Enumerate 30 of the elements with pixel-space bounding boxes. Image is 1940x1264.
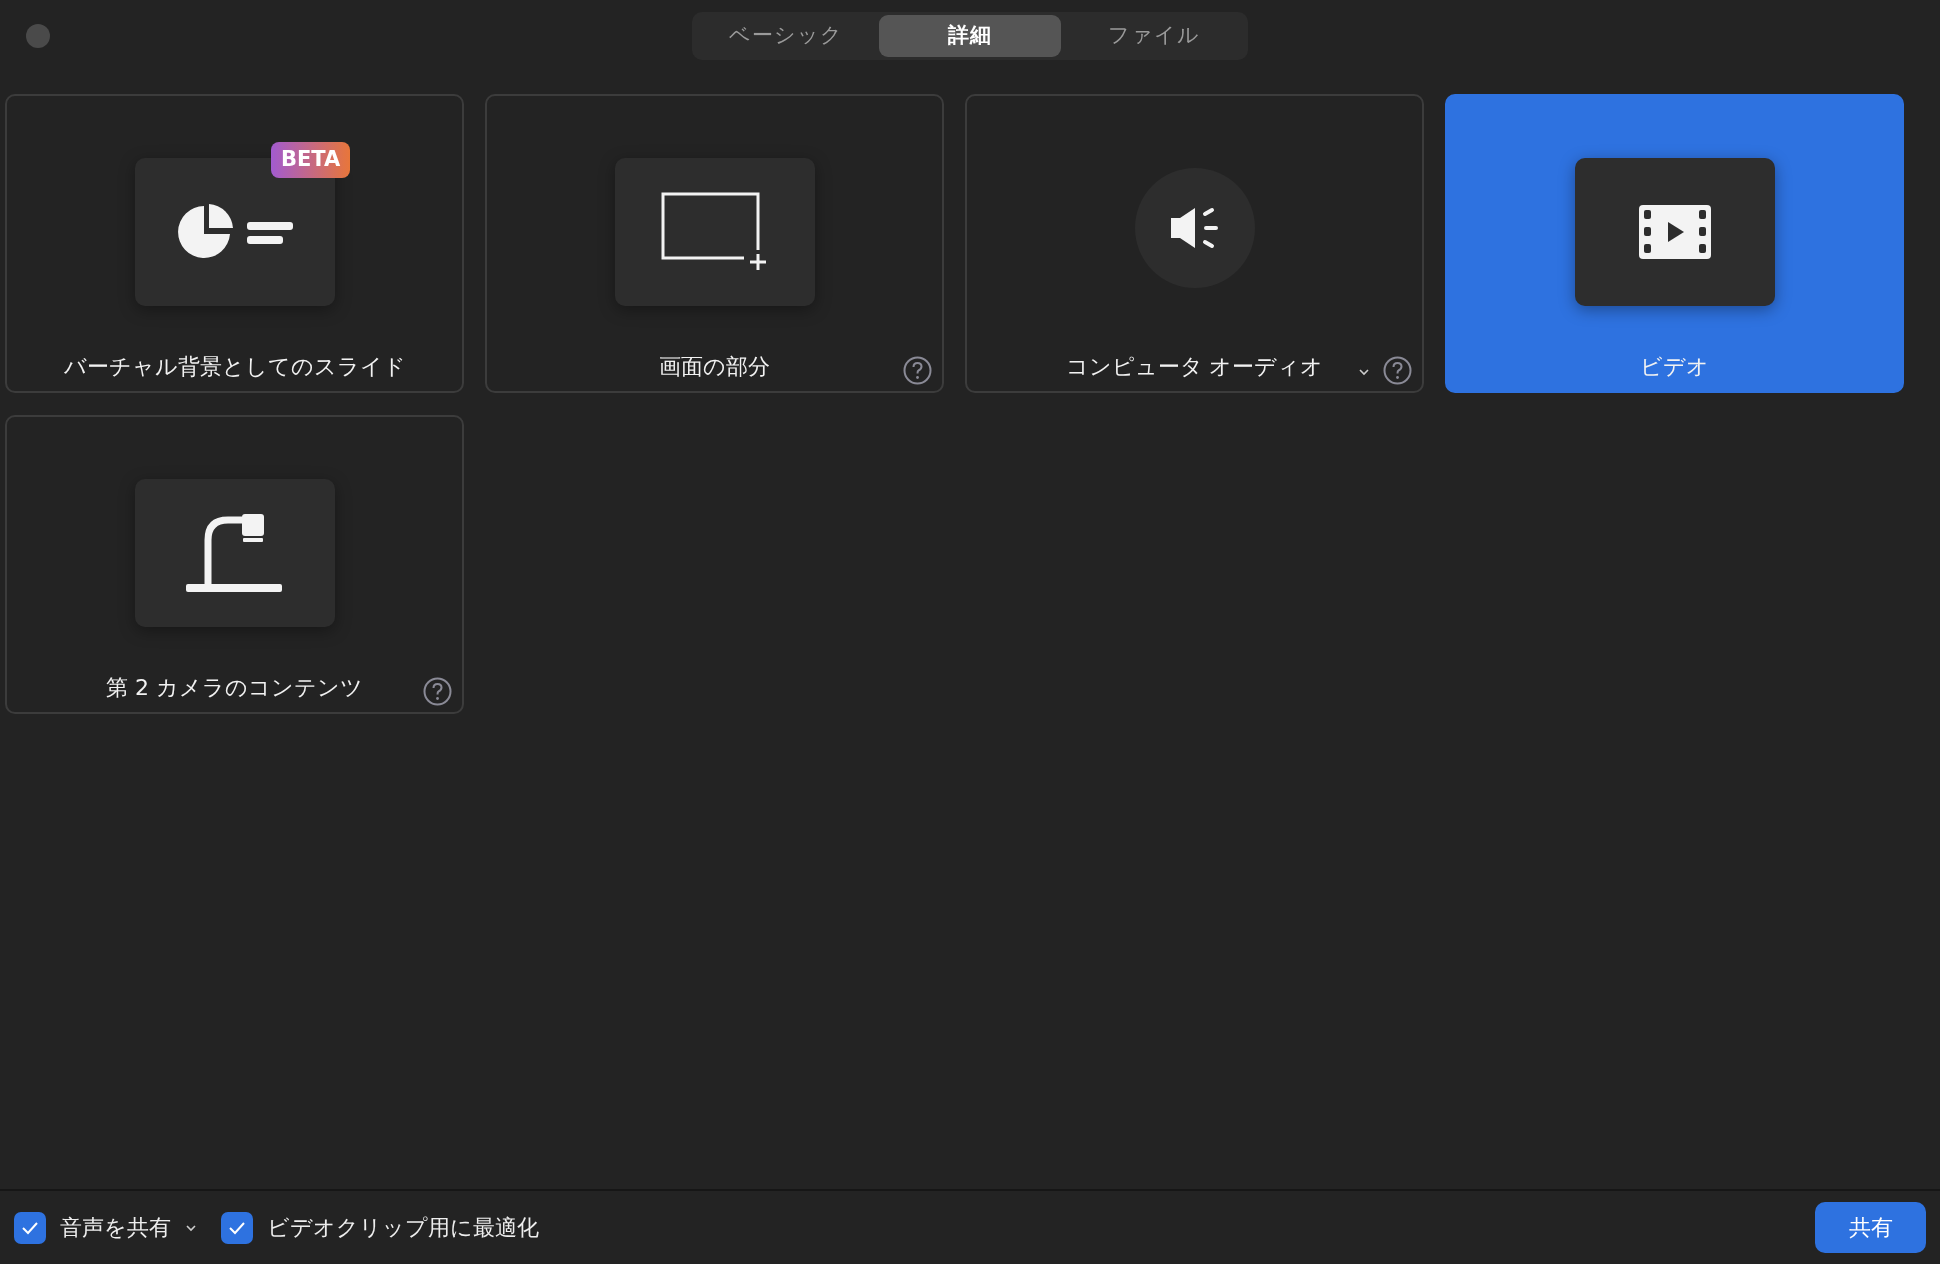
option-label: 画面の部分	[659, 354, 770, 379]
share-option-card[interactable]: ビデオ	[1445, 94, 1904, 393]
check-icon	[228, 1220, 246, 1235]
chevron-down-icon[interactable]	[185, 1222, 197, 1233]
option-label: コンピュータ オーディオ	[1065, 354, 1324, 379]
checkbox[interactable]	[221, 1211, 253, 1244]
checkbox[interactable]	[14, 1211, 46, 1244]
pie-chart-lines-icon	[176, 204, 293, 260]
beta-badge: BETA	[271, 142, 351, 178]
help-icon[interactable]	[423, 677, 452, 706]
check-icon	[21, 1220, 39, 1235]
option-label: ビデオ	[1640, 354, 1709, 379]
chevron-down-icon[interactable]	[1358, 367, 1370, 377]
checkbox-label: 音声を共有	[60, 1214, 171, 1242]
film-play-icon	[1638, 205, 1711, 259]
help-icon[interactable]	[903, 356, 932, 385]
checkbox-label: ビデオクリップ用に最適化	[267, 1214, 539, 1242]
tab[interactable]: ベーシック	[695, 15, 877, 57]
option-label: 第 2 カメラのコンテンツ	[106, 675, 363, 700]
share-button[interactable]: 共有	[1815, 1202, 1926, 1253]
tab[interactable]: 詳細	[879, 15, 1061, 57]
share-option-card[interactable]: 画面の部分	[485, 94, 944, 393]
speaker-icon	[1168, 206, 1221, 250]
share-option-card[interactable]: コンピュータ オーディオ	[965, 94, 1424, 393]
document-camera-icon	[185, 514, 284, 592]
share-option-card[interactable]: BETA バーチャル背景としてのスライド	[5, 94, 464, 393]
share-option-card[interactable]: 第 2 カメラのコンテンツ	[5, 415, 464, 714]
option-label: バーチャル背景としてのスライド	[63, 354, 406, 379]
tab[interactable]: ファイル	[1063, 15, 1245, 57]
help-icon[interactable]	[1383, 356, 1412, 385]
